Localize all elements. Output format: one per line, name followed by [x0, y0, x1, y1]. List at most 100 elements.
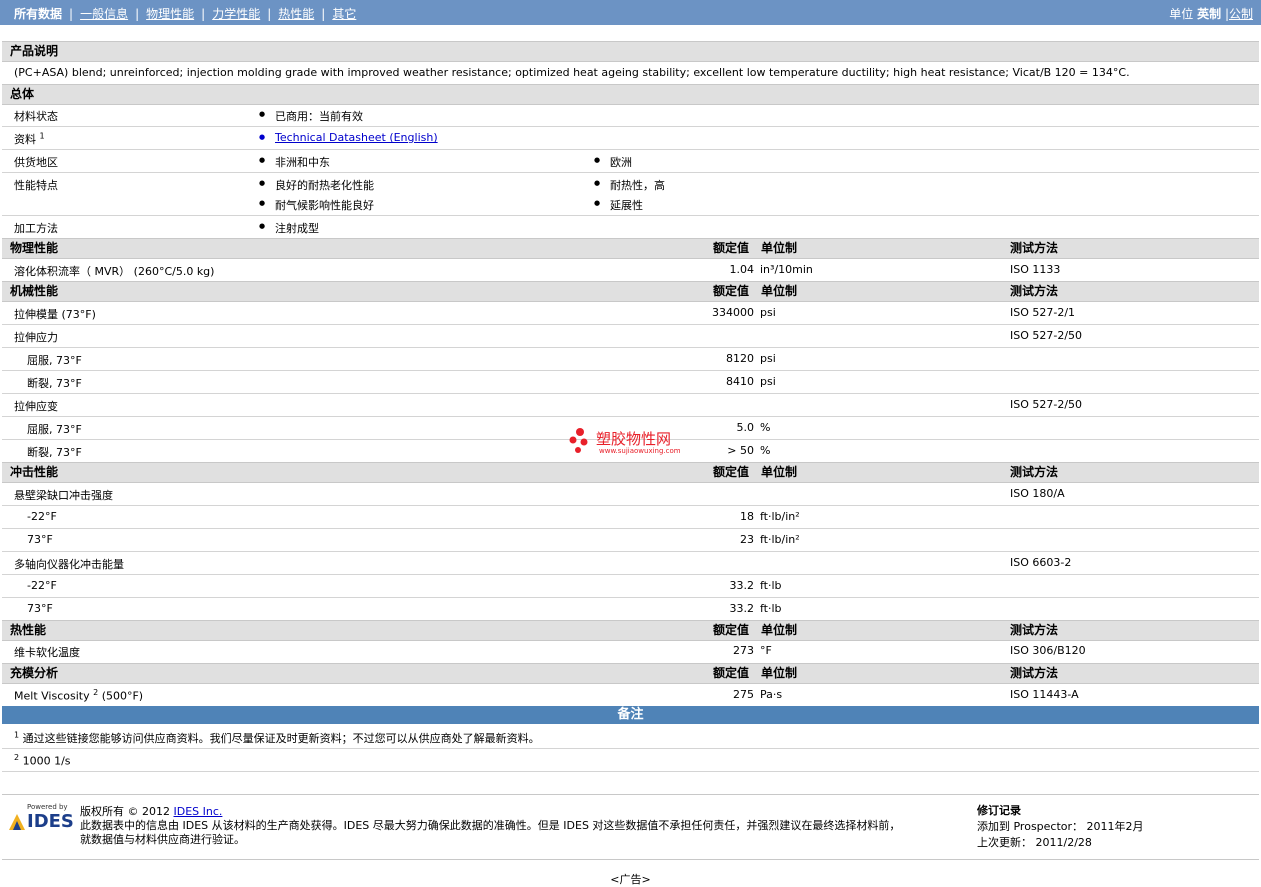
- units-metric-button[interactable]: 公制: [1229, 7, 1253, 21]
- property-unit: ft·lb: [760, 602, 782, 615]
- col-header-method: 测试方法: [1010, 465, 1059, 479]
- tab-mechanical[interactable]: 力学性能: [212, 7, 260, 21]
- supply-value: 欧洲: [594, 154, 632, 170]
- property-value: 273: [733, 644, 754, 657]
- col-header-unit: 单位制: [761, 623, 798, 637]
- tab-physical[interactable]: 物理性能: [146, 7, 194, 21]
- property-value: 5.0: [736, 421, 755, 434]
- property-unit: psi: [760, 352, 776, 365]
- row-divider: [2, 324, 1259, 325]
- tab-general-info[interactable]: 一般信息: [80, 7, 128, 21]
- section-header-general: 总体: [2, 84, 1259, 105]
- row-divider: [2, 172, 1259, 173]
- feature-value: 良好的耐热老化性能: [259, 177, 374, 193]
- property-label: 悬壁梁缺口冲击强度: [14, 489, 113, 502]
- property-value: 23: [740, 533, 754, 546]
- property-label: 维卡软化温度: [14, 646, 80, 659]
- section-title: 充模分析: [10, 666, 59, 680]
- row-label: 加工方法: [14, 222, 58, 235]
- row-label: 供货地区: [14, 156, 58, 169]
- test-method: ISO 527-2/50: [1010, 398, 1083, 411]
- col-header-unit: 单位制: [761, 666, 798, 680]
- test-method: ISO 306/B120: [1010, 644, 1086, 657]
- property-unit: °F: [760, 644, 772, 657]
- status-value: 已商用：当前有效: [259, 108, 363, 124]
- property-value: 33.2: [729, 579, 755, 592]
- test-method: ISO 11443-A: [1010, 688, 1079, 701]
- nav-separator: |: [321, 7, 326, 21]
- row-label: 资料 1: [14, 131, 45, 146]
- property-unit: psi: [760, 375, 776, 388]
- tab-all-data[interactable]: 所有数据: [14, 7, 62, 21]
- property-label: 拉伸应变: [14, 400, 58, 413]
- condition-label: 断裂, 73°F: [27, 446, 82, 459]
- property-value: 18: [740, 510, 754, 523]
- supply-value: 非洲和中东: [259, 154, 330, 170]
- revision-heading: 修订记录: [977, 804, 1021, 817]
- data-category-nav: 所有数据 | 一般信息 | 物理性能 | 力学性能 | 热性能 | 其它: [14, 5, 356, 22]
- note-text: 1 通过这些链接您能够访问供应商资料。我们尽量保证及时更新资料；不过您可以从供应…: [14, 730, 540, 745]
- col-header-nominal: 额定值: [713, 241, 750, 255]
- process-value: 注射成型: [259, 220, 319, 236]
- units-label: 单位: [1169, 7, 1194, 21]
- row-divider: [2, 528, 1259, 529]
- row-divider: [2, 126, 1259, 127]
- property-unit: psi: [760, 306, 776, 319]
- ad-placeholder: <广告>: [610, 873, 651, 886]
- ides-logo-icon: [9, 814, 25, 830]
- col-header-nominal: 额定值: [713, 623, 750, 637]
- footer-divider: [2, 859, 1259, 860]
- col-header-method: 测试方法: [1010, 284, 1059, 298]
- condition-label: 73°F: [27, 533, 53, 546]
- condition-label: 屈服, 73°F: [27, 423, 82, 436]
- property-unit: in³/10min: [760, 263, 813, 276]
- row-label: 性能特点: [14, 179, 58, 192]
- condition-label: 73°F: [27, 602, 53, 615]
- property-value: 334000: [712, 306, 754, 319]
- units-imperial-button[interactable]: 英制: [1197, 7, 1221, 21]
- notes-header: 备注: [2, 706, 1259, 724]
- property-label: 多轴向仪器化冲击能量: [14, 558, 124, 571]
- section-header-mechanical: 机械性能 额定值 单位制 测试方法: [2, 281, 1259, 302]
- nav-separator: |: [267, 7, 272, 21]
- col-header-unit: 单位制: [761, 241, 798, 255]
- row-divider: [2, 748, 1259, 749]
- col-header-nominal: 额定值: [713, 284, 750, 298]
- test-method: ISO 6603-2: [1010, 556, 1072, 569]
- row-divider: [2, 505, 1259, 506]
- revision-history: 修订记录 添加到 Prospector： 2011年2月 上次更新： 2011/…: [977, 803, 1144, 851]
- feature-value: 耐热性，高: [594, 177, 665, 193]
- tab-other[interactable]: 其它: [332, 7, 356, 21]
- row-divider: [2, 597, 1259, 598]
- section-title: 机械性能: [10, 284, 59, 298]
- technical-datasheet-link[interactable]: Technical Datasheet (English): [259, 131, 438, 144]
- added-label: 添加到 Prospector：: [977, 820, 1084, 833]
- unit-switcher: 单位 英制 |公制: [1169, 5, 1253, 22]
- col-header-method: 测试方法: [1010, 623, 1059, 637]
- row-divider: [2, 551, 1259, 552]
- property-value: 8120: [726, 352, 754, 365]
- row-divider: [2, 370, 1259, 371]
- row-divider: [2, 149, 1259, 150]
- property-unit: ft·lb/in²: [760, 533, 800, 546]
- condition-label: 屈服, 73°F: [27, 354, 82, 367]
- property-unit: %: [760, 444, 771, 457]
- test-method: ISO 1133: [1010, 263, 1061, 276]
- col-header-nominal: 额定值: [713, 666, 750, 680]
- top-nav-bar: 所有数据 | 一般信息 | 物理性能 | 力学性能 | 热性能 | 其它 单位 英制 |公制: [0, 0, 1261, 25]
- ides-link[interactable]: IDES Inc.: [174, 805, 223, 818]
- updated-label: 上次更新：: [977, 836, 1032, 849]
- row-divider: [2, 771, 1259, 772]
- property-value: 33.2: [729, 602, 755, 615]
- property-label: 拉伸模量 (73°F): [14, 308, 96, 321]
- section-header-impact: 冲击性能 额定值 单位制 测试方法: [2, 462, 1259, 483]
- property-value: > 50: [727, 444, 754, 457]
- property-value: 1.04: [729, 263, 755, 276]
- condition-label: -22°F: [27, 510, 57, 523]
- test-method: ISO 527-2/1: [1010, 306, 1076, 319]
- section-header-physical: 物理性能 额定值 单位制 测试方法: [2, 238, 1259, 259]
- added-value: 2011年2月: [1086, 820, 1144, 833]
- col-header-method: 测试方法: [1010, 241, 1059, 255]
- tab-thermal[interactable]: 热性能: [278, 7, 314, 21]
- updated-value: 2011/2/28: [1035, 836, 1092, 849]
